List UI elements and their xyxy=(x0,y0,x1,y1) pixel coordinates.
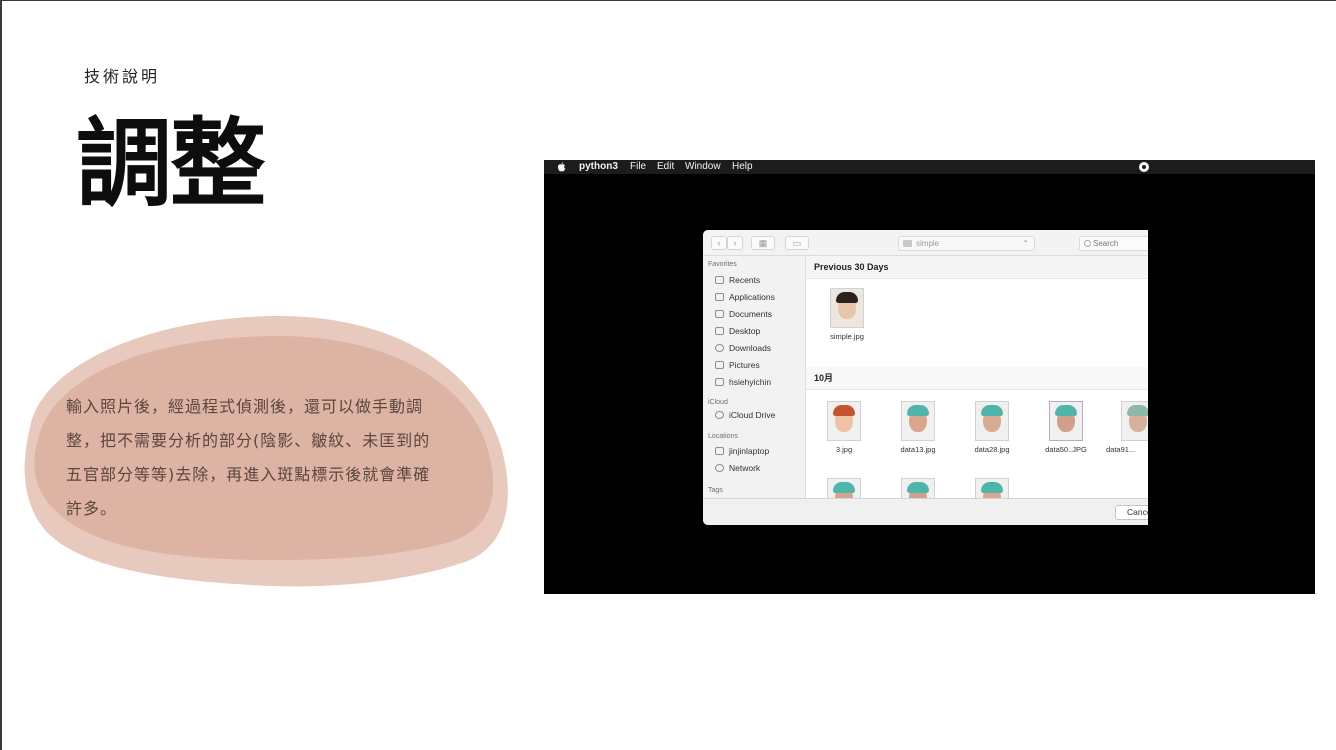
file-name[interactable]: data50..JPG xyxy=(1031,445,1101,454)
sidebar-item-pictures[interactable]: Pictures xyxy=(715,359,760,372)
file-name[interactable]: simple.jpg xyxy=(812,332,882,341)
surgical-cap xyxy=(981,405,1003,416)
sidebar-item-network[interactable]: Network xyxy=(715,462,760,475)
file-name[interactable]: data13.jpg xyxy=(883,445,953,454)
dialog-footer: Cancel xyxy=(703,498,1148,525)
menu-window[interactable]: Window xyxy=(685,160,721,174)
laptop-icon xyxy=(715,447,724,455)
file-open-dialog: ‹ › ▦ ▭ simple ⌃ Favorites Recents Appli… xyxy=(703,230,1148,525)
file-thumbnail[interactable] xyxy=(901,401,935,441)
cancel-button[interactable]: Cancel xyxy=(1115,505,1148,520)
dialog-sidebar: Favorites Recents Applications Documents… xyxy=(703,256,806,498)
file-thumbnail[interactable] xyxy=(1049,401,1083,441)
menu-bar: python3 File Edit Window Help xyxy=(544,160,1315,174)
sidebar-item-documents[interactable]: Documents xyxy=(715,308,772,321)
surgical-cap xyxy=(907,405,929,416)
file-thumbnail[interactable] xyxy=(975,478,1009,500)
surgical-cap xyxy=(907,482,929,493)
surgical-cap xyxy=(981,482,1003,493)
file-name[interactable]: data28.jpg xyxy=(957,445,1027,454)
path-popup[interactable]: simple ⌃ xyxy=(898,236,1035,251)
file-thumbnail[interactable] xyxy=(1121,401,1148,441)
sidebar-item-desktop[interactable]: Desktop xyxy=(715,325,760,338)
search-icon xyxy=(1084,240,1091,247)
back-button[interactable]: ‹ xyxy=(711,236,727,250)
file-browser: Previous 30 Days simple.jpg 10月 3.jpg da… xyxy=(806,256,1148,500)
group-header-october: 10月 xyxy=(806,367,1148,390)
file-thumbnail[interactable] xyxy=(901,478,935,500)
desktop-icon xyxy=(715,327,724,335)
file-thumbnail[interactable] xyxy=(827,478,861,500)
sidebar-item-applications[interactable]: Applications xyxy=(715,291,775,304)
sidebar-heading-icloud: iCloud xyxy=(708,399,728,406)
file-thumbnail[interactable] xyxy=(830,288,864,328)
new-folder-button[interactable]: ▭ xyxy=(785,236,809,250)
menu-file[interactable]: File xyxy=(630,160,646,174)
download-icon xyxy=(715,344,724,352)
file-thumbnail[interactable] xyxy=(827,401,861,441)
file-thumbnail[interactable] xyxy=(975,401,1009,441)
section-label: 技術說明 xyxy=(84,67,161,86)
sidebar-heading-locations: Locations xyxy=(708,433,738,440)
folder-icon xyxy=(903,240,912,247)
sidebar-item-icloud-drive[interactable]: iCloud Drive xyxy=(715,409,775,422)
menu-help[interactable]: Help xyxy=(732,160,753,174)
hair xyxy=(833,405,855,416)
sidebar-item-laptop[interactable]: jinjinlaptop xyxy=(715,445,769,458)
dialog-toolbar: ‹ › ▦ ▭ simple ⌃ xyxy=(703,230,1148,256)
forward-button[interactable]: › xyxy=(727,236,743,250)
sidebar-heading-tags: Tags xyxy=(708,487,723,494)
chevron-updown-icon: ⌃ xyxy=(1022,239,1029,248)
path-popup-label: simple xyxy=(916,239,940,248)
cloud-icon xyxy=(715,411,724,419)
sidebar-heading-favorites: Favorites xyxy=(708,261,737,268)
applications-icon xyxy=(715,293,724,301)
group-header-recent: Previous 30 Days xyxy=(806,256,1148,279)
globe-icon xyxy=(715,464,724,472)
sidebar-item-recents[interactable]: Recents xyxy=(715,274,760,287)
menu-edit[interactable]: Edit xyxy=(657,160,674,174)
surgical-cap xyxy=(1127,405,1148,416)
sidebar-item-downloads[interactable]: Downloads xyxy=(715,342,771,355)
search-field[interactable] xyxy=(1079,236,1148,251)
surgical-cap xyxy=(1055,405,1077,416)
file-name[interactable]: data91... xyxy=(1106,445,1148,454)
description-text: 輸入照片後，經過程式偵測後，還可以做手動調整，把不需要分析的部分(陰影、皺紋、未… xyxy=(66,397,431,518)
home-icon xyxy=(715,378,724,386)
file-name[interactable]: 3.jpg xyxy=(809,445,879,454)
menu-app-name[interactable]: python3 xyxy=(579,160,618,174)
search-input[interactable] xyxy=(1093,237,1148,249)
surgical-cap xyxy=(833,482,855,493)
clock-icon xyxy=(715,276,724,284)
apple-icon[interactable] xyxy=(557,160,567,174)
sidebar-item-home[interactable]: hsiehyichin xyxy=(715,376,771,389)
screen-record-icon[interactable] xyxy=(1139,162,1149,172)
document-icon xyxy=(715,310,724,318)
app-screenshot: python3 File Edit Window Help ‹ › ▦ ▭ si… xyxy=(544,160,1315,594)
camera-icon xyxy=(715,361,724,369)
hair xyxy=(836,292,858,303)
view-mode-button[interactable]: ▦ xyxy=(751,236,775,250)
slide-title: 調整 xyxy=(76,108,266,220)
